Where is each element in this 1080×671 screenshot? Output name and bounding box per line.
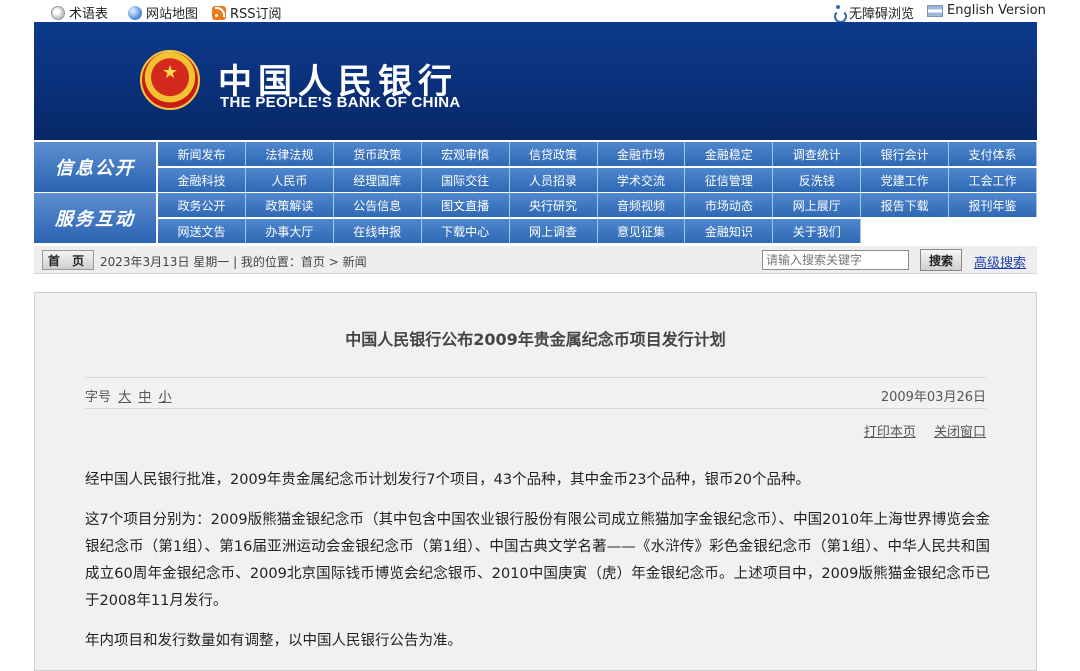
nav-group-title: 服务互动 bbox=[34, 193, 156, 243]
flag-icon bbox=[927, 4, 943, 17]
nav-item[interactable]: 报告下载 bbox=[861, 193, 950, 217]
nav-item[interactable]: 网上展厅 bbox=[773, 193, 862, 217]
nav-group-service: 服务互动 政务公开 政策解读 公告信息 图文直播 央行研究 音频视频 市场动态 网上展厅 报告下… bbox=[34, 193, 1037, 243]
top-utility-bar: 术语表 网站地图 RSS订阅 无障碍浏览 English Version bbox=[0, 0, 1080, 23]
nav-item[interactable]: 金融稳定 bbox=[685, 142, 774, 166]
nav-item[interactable]: 党建工作 bbox=[861, 168, 950, 192]
nav-item[interactable]: 法律法规 bbox=[245, 142, 334, 166]
nav-grid: 新闻发布 法律法规 货币政策 宏观审慎 信贷政策 金融市场 金融稳定 调查统计 银行会计 支付体系… bbox=[158, 142, 1037, 192]
glossary-icon bbox=[51, 5, 65, 20]
nav-item[interactable]: 金融市场 bbox=[597, 142, 686, 166]
nav-item[interactable]: 征信管理 bbox=[685, 168, 774, 192]
nav-empty-cell bbox=[949, 219, 1037, 243]
nav-item[interactable]: 银行会计 bbox=[861, 142, 950, 166]
article-tools: 打印本页 关闭窗口 bbox=[850, 421, 986, 440]
main-navigation: 信息公开 新闻发布 法律法规 货币政策 宏观审慎 信贷政策 金融市场 金融稳定 调查统计 银行会… bbox=[34, 140, 1037, 243]
sitemap-label: 网站地图 bbox=[146, 7, 199, 22]
nav-item[interactable]: 下载中心 bbox=[421, 219, 510, 243]
nav-item[interactable]: 国际交往 bbox=[421, 168, 510, 192]
sitemap-link[interactable]: 网站地图 bbox=[128, 3, 198, 22]
advanced-search-link[interactable]: 高级搜索 bbox=[974, 252, 1026, 271]
article-paragraph: 这7个项目分别为：2009版熊猫金银纪念币（其中包含中国农业银行股份有限公司成立… bbox=[85, 512, 990, 609]
location-text: 2023年3月13日 星期一 | 我的位置：首页 > 新闻 bbox=[100, 255, 367, 269]
nav-item[interactable]: 学术交流 bbox=[597, 168, 686, 192]
nav-item[interactable]: 办事大厅 bbox=[245, 219, 334, 243]
nav-item[interactable]: 央行研究 bbox=[509, 193, 598, 217]
globe-icon bbox=[128, 5, 142, 20]
english-version-label: English Version bbox=[947, 3, 1046, 18]
nav-item[interactable]: 关于我们 bbox=[773, 219, 862, 243]
national-emblem-icon[interactable] bbox=[140, 50, 200, 110]
font-size-controls: 字号 大 中 小 bbox=[85, 386, 171, 405]
accessibility-label: 无障碍浏览 bbox=[849, 7, 915, 22]
nav-item[interactable]: 网上调查 bbox=[509, 219, 598, 243]
nav-item[interactable]: 在线申报 bbox=[333, 219, 422, 243]
accessibility-link[interactable]: 无障碍浏览 bbox=[833, 3, 915, 23]
nav-item[interactable]: 支付体系 bbox=[949, 142, 1037, 166]
nav-item[interactable]: 政务公开 bbox=[158, 193, 246, 217]
nav-group-title: 信息公开 bbox=[34, 142, 156, 192]
nav-item[interactable]: 金融科技 bbox=[158, 168, 246, 192]
article-paragraph: 经中国人民银行批准，2009年贵金属纪念币计划发行7个项目，43个品种，其中金币… bbox=[85, 472, 810, 488]
nav-item[interactable]: 网送文告 bbox=[158, 219, 246, 243]
print-link[interactable]: 打印本页 bbox=[864, 425, 916, 440]
font-size-large-link[interactable]: 大 bbox=[118, 390, 131, 405]
rss-link[interactable]: RSS订阅 bbox=[212, 3, 282, 22]
breadcrumb: 首 页 2023年3月13日 星期一 | 我的位置：首页 > 新闻 搜索 高级搜… bbox=[34, 246, 1037, 274]
article-body: 经中国人民银行批准，2009年贵金属纪念币计划发行7个项目，43个品种，其中金币… bbox=[85, 467, 990, 668]
nav-item[interactable]: 信贷政策 bbox=[509, 142, 598, 166]
nav-item[interactable]: 人员招录 bbox=[509, 168, 598, 192]
nav-item[interactable]: 工会工作 bbox=[949, 168, 1037, 192]
rss-icon bbox=[212, 5, 226, 20]
font-size-medium-link[interactable]: 中 bbox=[138, 390, 151, 405]
close-window-link[interactable]: 关闭窗口 bbox=[934, 425, 986, 440]
nav-item[interactable]: 新闻发布 bbox=[158, 142, 246, 166]
nav-empty-cell bbox=[861, 219, 950, 243]
nav-item[interactable]: 宏观审慎 bbox=[421, 142, 510, 166]
font-size-small-link[interactable]: 小 bbox=[158, 390, 171, 405]
nav-item[interactable]: 人民币 bbox=[245, 168, 334, 192]
nav-item[interactable]: 报刊年鉴 bbox=[949, 193, 1037, 217]
header-banner: 中国人民银行 THE PEOPLE'S BANK OF CHINA bbox=[34, 22, 1037, 140]
nav-item[interactable]: 公告信息 bbox=[333, 193, 422, 217]
article-meta: 字号 大 中 小 2009年03月26日 bbox=[85, 377, 986, 409]
nav-item[interactable]: 音频视频 bbox=[597, 193, 686, 217]
article-title: 中国人民银行公布2009年贵金属纪念币项目发行计划 bbox=[345, 330, 726, 349]
site-title-en: THE PEOPLE'S BANK OF CHINA bbox=[220, 94, 461, 111]
home-button[interactable]: 首 页 bbox=[42, 250, 94, 270]
rss-label: RSS订阅 bbox=[230, 7, 282, 22]
nav-item[interactable]: 市场动态 bbox=[685, 193, 774, 217]
nav-item[interactable]: 政策解读 bbox=[245, 193, 334, 217]
accessibility-icon bbox=[833, 5, 847, 23]
search-input[interactable] bbox=[762, 250, 909, 270]
search-button[interactable]: 搜索 bbox=[920, 249, 962, 271]
nav-item[interactable]: 图文直播 bbox=[421, 193, 510, 217]
nav-item[interactable]: 调查统计 bbox=[773, 142, 862, 166]
nav-grid: 政务公开 政策解读 公告信息 图文直播 央行研究 音频视频 市场动态 网上展厅 报告下载 报刊年鉴… bbox=[158, 193, 1037, 243]
article-panel: 中国人民银行公布2009年贵金属纪念币项目发行计划 字号 大 中 小 2009年… bbox=[34, 292, 1037, 671]
nav-item[interactable]: 货币政策 bbox=[333, 142, 422, 166]
nav-item[interactable]: 意见征集 bbox=[597, 219, 686, 243]
article-date: 2009年03月26日 bbox=[880, 390, 986, 405]
nav-group-info: 信息公开 新闻发布 法律法规 货币政策 宏观审慎 信贷政策 金融市场 金融稳定 调查统计 银行会… bbox=[34, 142, 1037, 192]
english-version-link[interactable]: English Version bbox=[927, 3, 1046, 18]
glossary-link[interactable]: 术语表 bbox=[51, 3, 108, 22]
nav-item[interactable]: 金融知识 bbox=[685, 219, 774, 243]
glossary-label: 术语表 bbox=[69, 7, 109, 22]
nav-item[interactable]: 反洗钱 bbox=[773, 168, 862, 192]
article-paragraph: 年内项目和发行数量如有调整，以中国人民银行公告为准。 bbox=[85, 633, 462, 649]
nav-item[interactable]: 经理国库 bbox=[333, 168, 422, 192]
font-size-label: 字号 bbox=[85, 390, 112, 405]
